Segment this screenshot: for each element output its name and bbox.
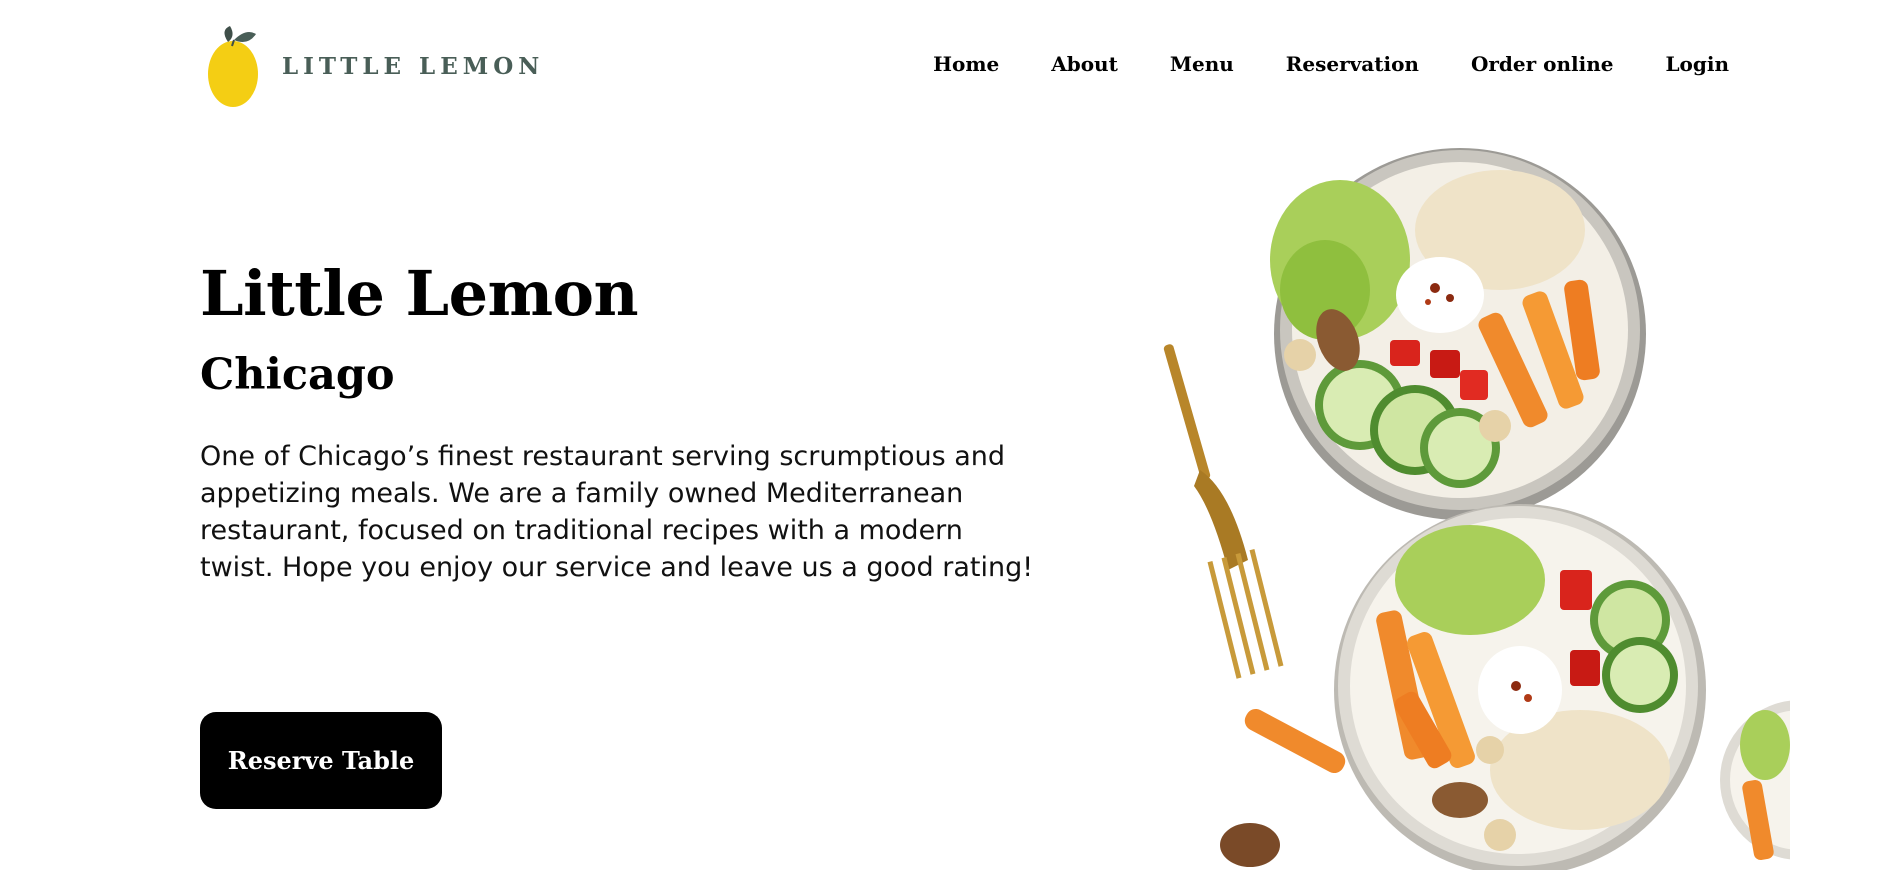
food-bowls-image xyxy=(1163,130,1810,870)
fork xyxy=(1163,344,1284,679)
nav-order-online[interactable]: Order online xyxy=(1471,52,1614,76)
hero-section: Little Lemon Chicago One of Chicago’s fi… xyxy=(200,257,1060,586)
lemon-icon xyxy=(208,26,258,107)
nav-login[interactable]: Login xyxy=(1665,52,1729,76)
brand-logo[interactable]: LITTLE LEMON xyxy=(206,22,544,110)
reserve-table-button[interactable]: Reserve Table xyxy=(200,712,442,809)
hero-subtitle: Chicago xyxy=(200,350,395,401)
nav-about[interactable]: About xyxy=(1051,52,1118,76)
hero-description: One of Chicago’s finest restaurant servi… xyxy=(200,441,1034,584)
nav-reservation[interactable]: Reservation xyxy=(1286,52,1419,76)
bottom-bowl xyxy=(1334,504,1706,870)
site-header: LITTLE LEMON Home About Menu Reservation… xyxy=(0,0,1897,130)
nav-menu[interactable]: Menu xyxy=(1170,52,1234,76)
top-bowl xyxy=(1270,148,1646,520)
main-nav: Home About Menu Reservation Order online… xyxy=(881,52,1729,76)
nav-home[interactable]: Home xyxy=(933,52,999,76)
brand-name: LITTLE LEMON xyxy=(282,52,545,80)
hero-title: Little Lemon xyxy=(200,257,639,330)
